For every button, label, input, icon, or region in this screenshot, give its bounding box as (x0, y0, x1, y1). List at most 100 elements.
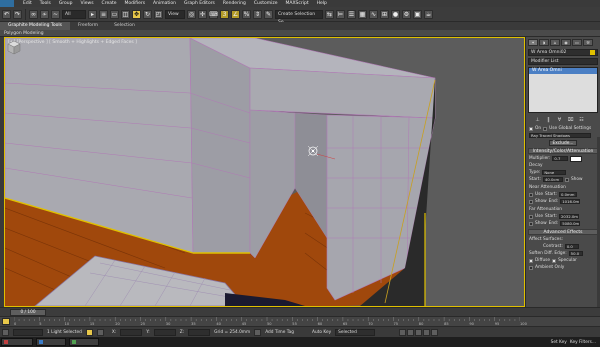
near-use-checkbox[interactable] (529, 192, 533, 197)
rect-region-icon[interactable]: ▭ (110, 9, 119, 19)
far-end-field[interactable]: 5080.0m (560, 221, 581, 226)
keyboard-shortcut-icon[interactable]: ⌨ (209, 9, 218, 19)
decay-start-field[interactable]: 40.0cm (542, 177, 563, 182)
key-filters-label[interactable]: Key Filters... (570, 340, 596, 345)
edit-named-selection-icon[interactable]: ✎ (264, 9, 273, 19)
near-show-checkbox[interactable] (529, 199, 533, 204)
object-color-swatch[interactable] (590, 50, 595, 55)
named-selection-dropdown[interactable]: Create Selection Se (275, 9, 323, 25)
perspective-viewport[interactable]: [+] [Perspective ] [ Smooth + Highlights… (4, 37, 525, 307)
current-frame-marker[interactable] (2, 318, 10, 325)
polygon-modeling-label[interactable]: Polygon Modeling (0, 31, 44, 36)
time-slider-track[interactable]: 0 / 100 (0, 307, 600, 316)
menu-customize[interactable]: Customize (250, 0, 282, 7)
pin-stack-icon[interactable]: ⊥ (534, 117, 541, 123)
multiplier-field[interactable]: 0.7 (552, 156, 569, 161)
near-end-field[interactable]: 1016.0m (560, 199, 581, 204)
exclude-button[interactable]: Exclude... (548, 139, 578, 146)
select-rotate-icon[interactable]: ↻ (143, 9, 152, 19)
unlink-icon[interactable]: ≁ (40, 9, 49, 19)
previous-frame-icon[interactable] (407, 328, 415, 336)
menu-views[interactable]: Views (77, 0, 98, 7)
menu-maxscript[interactable]: MAXScript (282, 0, 313, 7)
undo-icon[interactable]: ↶ (2, 9, 11, 19)
shadow-type-dropdown[interactable]: Ray Traced Shadows (529, 133, 591, 138)
diffuse-checkbox[interactable] (529, 258, 533, 263)
render-production-icon[interactable]: ☕ (424, 9, 433, 19)
pivot-center-icon[interactable]: ◎ (187, 9, 196, 19)
spinner-snap-icon[interactable]: ⇕ (253, 9, 262, 19)
specular-checkbox[interactable] (552, 258, 557, 263)
key-mode-dropdown[interactable]: Selected (335, 328, 376, 336)
bind-spacewarp-icon[interactable]: ~ (51, 9, 60, 19)
menu-rendering[interactable]: Rendering (219, 0, 250, 7)
soften-field[interactable]: 50.0 (568, 251, 583, 256)
go-to-start-icon[interactable] (399, 328, 407, 336)
absolute-mode-icon[interactable] (96, 328, 104, 336)
intensity-rollout-title[interactable]: Intensity/Color/Attenuation (528, 148, 598, 154)
time-slider[interactable]: 0 / 100 (10, 309, 46, 316)
track-bar[interactable]: 0 5 10 15 20 25 30 35 40 45 50 55 60 65 70 75 80 85 90 95 10… (0, 316, 600, 326)
redo-icon[interactable]: ↷ (13, 9, 22, 19)
x-coordinate-field[interactable] (120, 328, 143, 336)
menu-edit[interactable]: Edit (19, 0, 36, 7)
schematic-view-icon[interactable]: ⊞ (380, 9, 389, 19)
viewcube-icon[interactable] (5, 38, 23, 56)
global-settings-checkbox[interactable] (543, 126, 548, 131)
taskbar-item-3[interactable] (69, 338, 99, 346)
ambient-checkbox[interactable] (529, 265, 533, 270)
display-tab-icon[interactable]: ▭ (572, 39, 582, 46)
mirror-icon[interactable]: ⇆ (325, 9, 334, 19)
select-by-name-icon[interactable]: ≡ (99, 9, 108, 19)
y-coordinate-field[interactable] (153, 328, 176, 336)
configure-sets-icon[interactable]: ☷ (578, 117, 585, 123)
menu-group[interactable]: Group (55, 0, 77, 7)
select-object-icon[interactable]: ▸ (88, 9, 97, 19)
far-start-field[interactable]: 2032.0m (558, 214, 579, 219)
app-menu-icon[interactable] (0, 0, 14, 7)
window-crossing-icon[interactable]: ◫ (121, 9, 130, 19)
stack-item[interactable]: W Area Omni (529, 68, 597, 74)
taskbar-item-2[interactable] (36, 338, 66, 346)
light-color-swatch[interactable] (570, 155, 583, 162)
menu-graph-editors[interactable]: Graph Editors (180, 0, 219, 7)
reference-coord-dropdown[interactable]: View (165, 9, 185, 19)
go-to-end-icon[interactable] (431, 328, 439, 336)
menu-create[interactable]: Create (98, 0, 121, 7)
far-use-checkbox[interactable] (529, 214, 533, 219)
graphite-toggle-icon[interactable]: ▦ (358, 9, 367, 19)
modifier-list-dropdown[interactable]: Modifier List (528, 58, 598, 65)
hierarchy-tab-icon[interactable]: ⌂ (550, 39, 560, 46)
utilities-tab-icon[interactable]: ⚒ (583, 39, 593, 46)
advanced-effects-rollout-title[interactable]: Advanced Effects (528, 229, 598, 235)
select-scale-icon[interactable]: ◰ (154, 9, 163, 19)
percent-snap-icon[interactable]: % (242, 9, 251, 19)
selection-filter-dropdown[interactable]: All (62, 9, 86, 19)
selection-lock-icon[interactable] (85, 328, 93, 336)
menu-animation[interactable]: Animation (149, 0, 180, 7)
auto-key-label[interactable]: Auto Key (312, 330, 331, 335)
time-tag-icon[interactable] (254, 328, 262, 336)
curve-editor-icon[interactable]: ∿ (369, 9, 378, 19)
menu-tools[interactable]: Tools (36, 0, 55, 7)
tab-graphite-modeling-tools[interactable]: Graphite Modeling Tools (0, 22, 71, 30)
play-icon[interactable] (415, 328, 423, 336)
decay-show-checkbox[interactable] (564, 177, 569, 182)
remove-modifier-icon[interactable]: ⌧ (567, 117, 574, 123)
render-setup-icon[interactable]: ⚙ (402, 9, 411, 19)
rendered-frame-icon[interactable]: ▣ (413, 9, 422, 19)
set-key-label[interactable]: Set Key (551, 340, 567, 345)
tab-selection[interactable]: Selection (106, 22, 143, 30)
select-move-icon[interactable]: ✥ (132, 9, 141, 19)
make-unique-icon[interactable]: ∀ (556, 117, 563, 123)
create-tab-icon[interactable]: ✶ (528, 39, 538, 46)
add-time-tag[interactable]: Add Time Tag (265, 330, 294, 335)
angle-snap-icon[interactable]: ∠ (231, 9, 240, 19)
decay-type-dropdown[interactable]: None (542, 170, 567, 175)
on-checkbox[interactable] (529, 126, 533, 131)
viewport-label[interactable]: [+] [Perspective ] [ Smooth + Highlights… (8, 40, 137, 45)
taskbar-item-1[interactable] (1, 338, 33, 346)
material-editor-icon[interactable]: ● (391, 9, 400, 19)
manipulate-icon[interactable]: ✢ (198, 9, 207, 19)
snap-toggle-icon[interactable]: 3 (220, 9, 229, 19)
